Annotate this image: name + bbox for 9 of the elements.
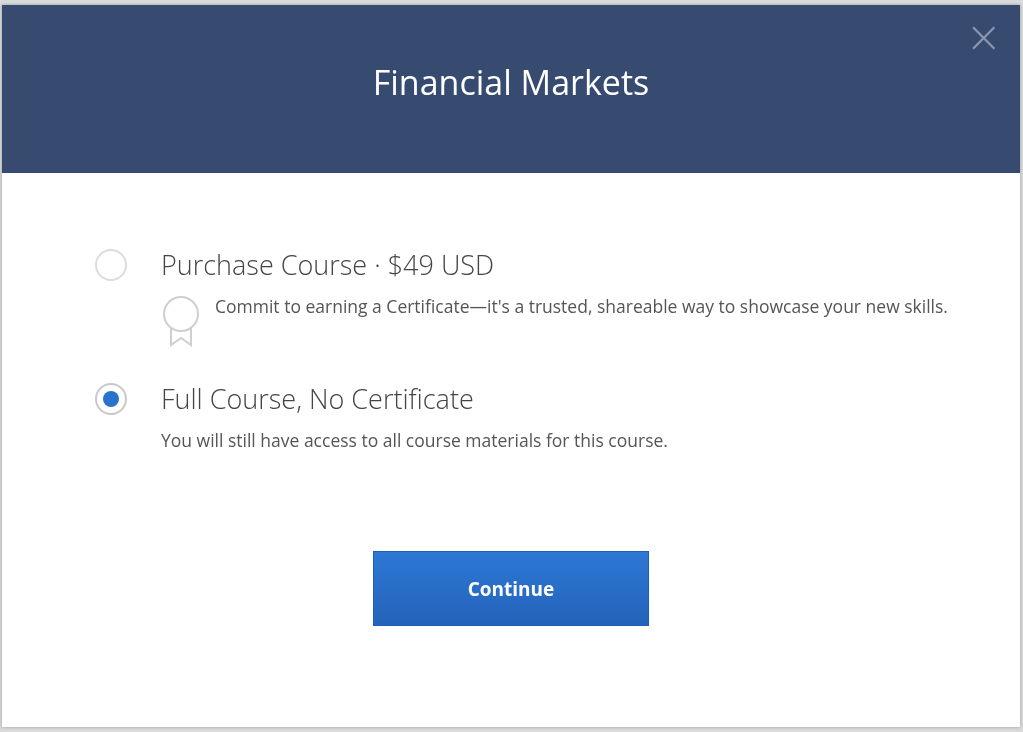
continue-button[interactable]: Continue bbox=[373, 551, 649, 626]
radio-button[interactable] bbox=[95, 383, 127, 415]
option-label[interactable]: Purchase Course · $49 USD bbox=[161, 247, 1020, 283]
option-description: You will still have access to all course materials for this course. bbox=[161, 427, 668, 454]
dialog-title: Financial Markets bbox=[372, 59, 650, 107]
radio-button[interactable] bbox=[95, 249, 127, 281]
option-description: Commit to earning a Certificate—it's a trusted, shareable way to showcase your new skills. bbox=[215, 293, 948, 320]
certificate-icon bbox=[161, 295, 201, 347]
option-label[interactable]: Full Course, No Certificate bbox=[161, 381, 1020, 417]
